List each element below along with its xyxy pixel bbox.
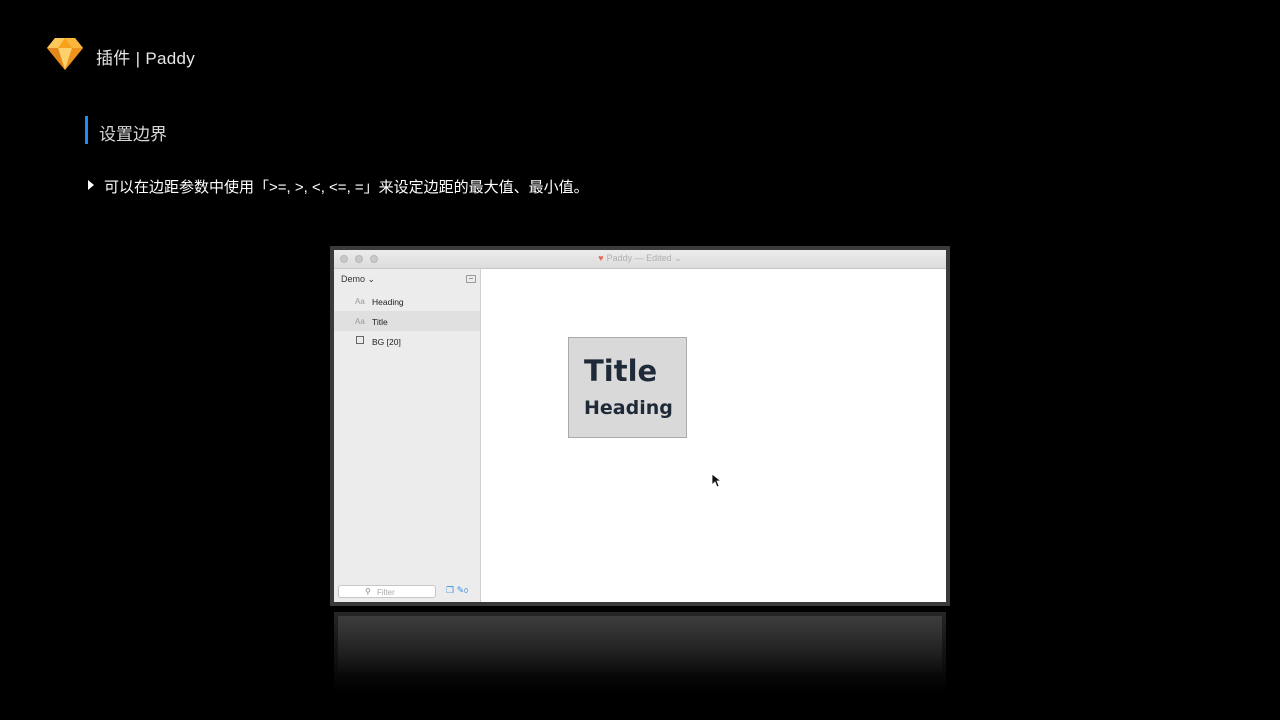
window-reflection-inner — [338, 616, 942, 676]
search-icon: ⚲ — [365, 587, 371, 596]
layer-item-heading[interactable]: Aa Heading — [334, 291, 480, 311]
app-window: ♥ Paddy — Edited ⌄ Demo ⌄ Aa Heading Aa T… — [330, 246, 950, 606]
text-layer-icon: Aa — [355, 297, 365, 306]
mouse-pointer-icon — [712, 474, 722, 488]
tools-count: 0 — [464, 588, 469, 595]
layer-label: BG [20] — [372, 337, 401, 347]
sketch-document-icon: ♥ — [598, 253, 604, 263]
sketch-logo-icon — [47, 38, 83, 70]
text-layer-icon: Aa — [355, 317, 365, 326]
window-title-edited: — Edited — [634, 253, 672, 263]
triangle-right-icon — [88, 180, 94, 190]
app-window-content: ♥ Paddy — Edited ⌄ Demo ⌄ Aa Heading Aa T… — [334, 250, 946, 602]
layer-item-title[interactable]: Aa Title — [334, 311, 480, 331]
section-title: 设置边界 — [99, 125, 167, 144]
layers-sidebar: Demo ⌄ Aa Heading Aa Title BG [20] ⚲ Fil… — [334, 269, 481, 602]
filter-input[interactable]: ⚲ Filter — [338, 585, 436, 598]
artboard-bg[interactable]: Title Heading — [568, 337, 687, 438]
copy-icon[interactable]: ❐ — [446, 585, 454, 595]
header-title: 插件 | Paddy — [96, 49, 196, 68]
layer-label: Heading — [372, 297, 404, 307]
layer-item-bg[interactable]: BG [20] — [334, 331, 480, 351]
design-canvas[interactable]: Title Heading — [481, 269, 946, 602]
artboard-heading-text[interactable]: Heading — [584, 397, 673, 419]
bullet-text: 可以在边距参数中使用「>=, >, <, <=, =」来设定边距的最大值、最小值… — [104, 179, 589, 196]
artboard-title-text[interactable]: Title — [584, 354, 657, 388]
section-accent-bar — [85, 116, 88, 144]
layer-label: Title — [372, 317, 388, 327]
window-reflection — [334, 612, 946, 692]
window-title-name: Paddy — [606, 253, 633, 263]
pencil-icon[interactable]: ✎ — [457, 585, 465, 595]
add-page-icon[interactable] — [466, 275, 476, 283]
page-selector[interactable]: Demo ⌄ — [341, 274, 375, 285]
sidebar-tools[interactable]: ❐ ✎0 — [446, 585, 468, 596]
filter-placeholder: Filter — [377, 588, 395, 597]
window-titlebar: ♥ Paddy — Edited ⌄ — [334, 250, 946, 269]
rectangle-layer-icon — [356, 336, 364, 344]
window-title: ♥ Paddy — Edited ⌄ — [598, 253, 682, 263]
